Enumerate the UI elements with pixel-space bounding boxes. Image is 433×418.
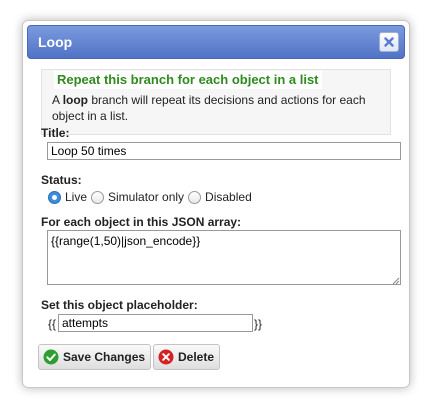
placeholder-input[interactable] bbox=[58, 314, 253, 332]
json-array-label: For each object in this JSON array: bbox=[41, 215, 242, 229]
save-changes-button[interactable]: Save Changes bbox=[38, 344, 152, 370]
status-option-label: Simulator only bbox=[108, 190, 185, 204]
status-option-disabled[interactable]: Disabled bbox=[188, 190, 252, 204]
info-box: Repeat this branch for each object in a … bbox=[41, 69, 391, 135]
title-label: Title: bbox=[41, 126, 70, 140]
save-changes-label: Save Changes bbox=[63, 350, 146, 364]
info-text-prefix: A bbox=[52, 93, 63, 107]
delete-x-icon bbox=[158, 349, 174, 365]
info-text-bold: loop bbox=[62, 93, 89, 107]
title-input[interactable] bbox=[47, 142, 401, 160]
info-text-suffix: branch will repeat its decisions and act… bbox=[52, 93, 366, 123]
close-x-icon bbox=[384, 37, 394, 47]
close-button[interactable] bbox=[379, 32, 399, 52]
radio-checked-icon[interactable] bbox=[48, 190, 61, 204]
placeholder-label: Set this object placeholder: bbox=[41, 298, 198, 312]
radio-unchecked-icon[interactable] bbox=[188, 190, 202, 204]
placeholder-open-brace: {{ bbox=[48, 317, 57, 331]
dialog-title: Loop bbox=[38, 34, 73, 50]
dialog-titlebar[interactable]: Loop bbox=[27, 25, 405, 59]
info-text: A loop branch will repeat its decisions … bbox=[52, 92, 380, 124]
loop-dialog: Loop Repeat this branch for each object … bbox=[22, 20, 410, 388]
status-option-label: Live bbox=[65, 190, 88, 204]
checkmark-icon bbox=[43, 349, 59, 365]
info-heading: Repeat this branch for each object in a … bbox=[54, 71, 322, 89]
status-label: Status: bbox=[41, 173, 82, 187]
radio-unchecked-icon[interactable] bbox=[91, 190, 105, 204]
resize-grip-icon[interactable] bbox=[392, 277, 400, 285]
status-option-simulator[interactable]: Simulator only bbox=[91, 190, 184, 204]
status-option-label: Disabled bbox=[205, 190, 252, 204]
delete-button[interactable]: Delete bbox=[153, 344, 221, 370]
status-radio-group: Live Simulator only Disabled bbox=[48, 188, 256, 206]
delete-label: Delete bbox=[178, 350, 215, 364]
status-option-live[interactable]: Live bbox=[48, 190, 87, 204]
json-array-textarea[interactable]: {{range(1,50)|json_encode}} bbox=[47, 230, 401, 285]
placeholder-close-brace: }} bbox=[254, 317, 263, 331]
